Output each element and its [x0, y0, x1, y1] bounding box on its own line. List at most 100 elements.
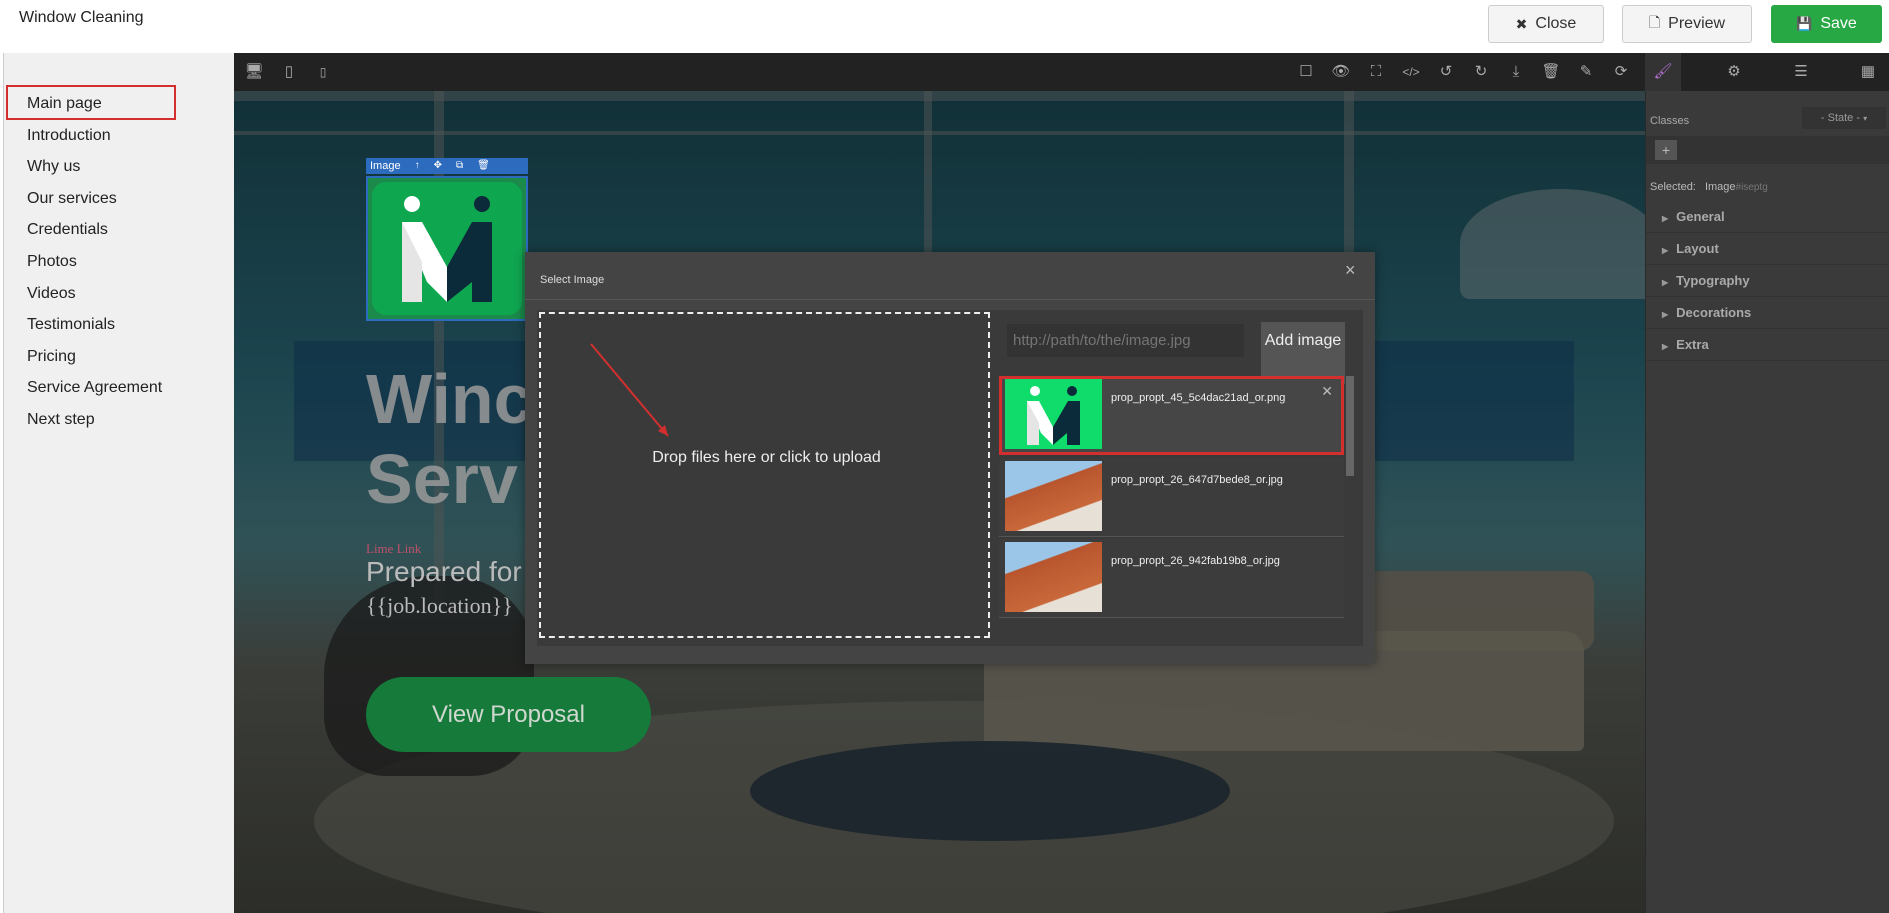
undo-icon[interactable]: ↺ [1436, 62, 1456, 82]
asset-list-scrollbar[interactable] [1346, 376, 1354, 476]
asset-item[interactable]: prop_propt_26_647d7bede8_or.jpg [999, 458, 1344, 537]
sector-typography[interactable]: ▶ Typography [1646, 265, 1889, 297]
drop-text: Drop files here or click to upload [652, 449, 881, 466]
selected-info: Selected: Image#iseptg [1650, 181, 1768, 193]
class-tags-row: + [1646, 136, 1889, 164]
red-arrow-annotation [590, 343, 669, 437]
modal-title: Select Image [540, 274, 605, 286]
sector-decorations[interactable]: ▶ Decorations [1646, 297, 1889, 329]
delete-icon[interactable]: 🗑 [477, 158, 490, 174]
sidebar-item-credentials[interactable]: Credentials [27, 219, 108, 241]
asset-remove-icon[interactable]: ✕ [1321, 383, 1333, 400]
sector-label: Decorations [1676, 305, 1752, 320]
brush-icon: 🖌 [1653, 63, 1673, 80]
trash-icon[interactable]: 🗑 [1541, 62, 1561, 82]
save-button[interactable]: 💾 Save [1771, 5, 1882, 43]
canvas-toolbar: 🖥 ▯ ▯ ☐ 👁 ⛶ </> ↺ ↻ ⤓ 🗑 ✎ ⟳ 🖌 ⚙ ☰ ▦ [234, 53, 1889, 91]
preview-button[interactable]: 🗋 Preview [1622, 5, 1752, 43]
refresh-icon[interactable]: ⟳ [1611, 62, 1631, 82]
sector-label: Typography [1676, 273, 1750, 288]
classes-label: Classes [1650, 115, 1690, 127]
sector-layout[interactable]: ▶ Layout [1646, 233, 1889, 265]
image-url-input[interactable] [1007, 324, 1244, 357]
close-x-icon: ✖ [1515, 15, 1528, 32]
asset-thumbnail [1005, 542, 1102, 612]
preview-button-label: Preview [1668, 15, 1726, 32]
caret-right-icon: ▶ [1662, 310, 1669, 319]
brush-tab[interactable]: 🖌 [1645, 53, 1681, 91]
copy-icon[interactable]: ⧉ [456, 158, 463, 174]
desktop-icon[interactable]: 🖥 [244, 62, 264, 82]
sector-label: Layout [1676, 241, 1719, 256]
mobile-icon[interactable]: ▯ [313, 62, 333, 82]
sidebar-item-service-agreement[interactable]: Service Agreement [27, 377, 162, 399]
asset-thumbnail [1005, 379, 1102, 449]
editor: 🖥 ▯ ▯ ☐ 👁 ⛶ </> ↺ ↻ ⤓ 🗑 ✎ ⟳ 🖌 ⚙ ☰ ▦ Imag… [234, 53, 1889, 913]
move-icon[interactable]: ✥ [434, 158, 442, 174]
file-icon: 🗋 [1648, 14, 1661, 30]
prepared-for-text: Prepared for [366, 556, 522, 587]
gear-icon[interactable]: ⚙ [1724, 62, 1744, 82]
hero-title-line1: Winc [366, 360, 533, 438]
view-proposal-button[interactable]: View Proposal [366, 677, 651, 752]
redo-icon[interactable]: ↻ [1471, 62, 1491, 82]
modal-header: Select Image × [525, 252, 1375, 300]
save-button-label: Save [1820, 15, 1857, 32]
caret-down-icon: ▾ [1863, 114, 1868, 123]
layers-icon[interactable]: ☰ [1791, 62, 1811, 82]
caret-right-icon: ▶ [1662, 278, 1669, 287]
logo-m-icon [372, 182, 522, 315]
select-image-modal: Select Image × Drop files here or click … [525, 252, 1375, 664]
state-select[interactable]: - State - ▾ [1802, 107, 1886, 129]
close-button[interactable]: ✖ Close [1488, 5, 1604, 43]
code-icon[interactable]: </> [1401, 62, 1421, 82]
modal-close-icon[interactable]: × [1345, 260, 1356, 281]
selected-id: #iseptg [1735, 182, 1768, 193]
sidebar-item-why-us[interactable]: Why us [27, 156, 80, 178]
caret-right-icon: ▶ [1662, 342, 1669, 351]
eye-icon[interactable]: 👁 [1331, 62, 1351, 82]
hero-title: Winc Serv [366, 359, 533, 519]
modal-body: Drop files here or click to upload Add i… [537, 310, 1363, 646]
add-class-button[interactable]: + [1655, 140, 1677, 160]
sector-general[interactable]: ▶ General [1646, 201, 1889, 233]
add-image-button[interactable]: Add image [1261, 322, 1345, 384]
sidebar-item-main-page[interactable]: Main page [27, 93, 102, 115]
upload-drop-zone[interactable]: Drop files here or click to upload [539, 312, 990, 638]
hero-title-line2: Serv [366, 440, 518, 518]
sidebar-item-testimonials[interactable]: Testimonials [27, 314, 115, 336]
sidebar-item-introduction[interactable]: Introduction [27, 125, 111, 147]
sidebar-item-photos[interactable]: Photos [27, 251, 77, 273]
style-manager-panel: Classes - State - ▾ + Selected: Image#is… [1645, 91, 1889, 913]
asset-name: prop_propt_26_942fab19b8_or.jpg [1111, 555, 1280, 567]
download-icon[interactable]: ⤓ [1506, 62, 1526, 82]
asset-name: prop_propt_26_647d7bede8_or.jpg [1111, 474, 1283, 486]
floppy-icon: 💾 [1796, 16, 1813, 31]
arrow-up-icon[interactable]: ↑ [415, 158, 420, 174]
fullscreen-icon[interactable]: ⛶ [1366, 62, 1386, 82]
lime-link[interactable]: Lime Link [366, 541, 421, 557]
caret-right-icon: ▶ [1662, 214, 1669, 223]
asset-thumbnail [1005, 461, 1102, 531]
asset-list: prop_propt_45_5c4dac21ad_or.png ✕ prop_p… [999, 376, 1354, 643]
selected-component-badge: Image ↑ ✥ ⧉ 🗑 [366, 158, 528, 174]
asset-item[interactable]: prop_propt_26_942fab19b8_or.jpg [999, 539, 1344, 618]
sector-extra[interactable]: ▶ Extra [1646, 329, 1889, 361]
selected-component-name: Image [370, 160, 401, 172]
sidebar-item-pricing[interactable]: Pricing [27, 346, 76, 368]
logo-image[interactable] [366, 176, 528, 321]
sidebar-item-next-step[interactable]: Next step [27, 409, 95, 431]
sidebar-item-our-services[interactable]: Our services [27, 188, 117, 210]
page-sidebar: Main page Introduction Why us Our servic… [4, 53, 234, 913]
asset-item[interactable]: prop_propt_45_5c4dac21ad_or.png ✕ [999, 376, 1344, 455]
caret-right-icon: ▶ [1662, 246, 1669, 255]
tablet-icon[interactable]: ▯ [279, 62, 299, 82]
sidebar-item-videos[interactable]: Videos [27, 283, 76, 305]
selected-label: Selected: [1650, 181, 1696, 193]
edit-icon[interactable]: ✎ [1576, 62, 1596, 82]
asset-name: prop_propt_45_5c4dac21ad_or.png [1111, 392, 1286, 404]
blocks-icon[interactable]: ▦ [1858, 62, 1878, 82]
app-title: Window Cleaning [19, 9, 144, 26]
state-select-value: - State - [1820, 112, 1861, 124]
square-outline-icon[interactable]: ☐ [1296, 62, 1316, 82]
